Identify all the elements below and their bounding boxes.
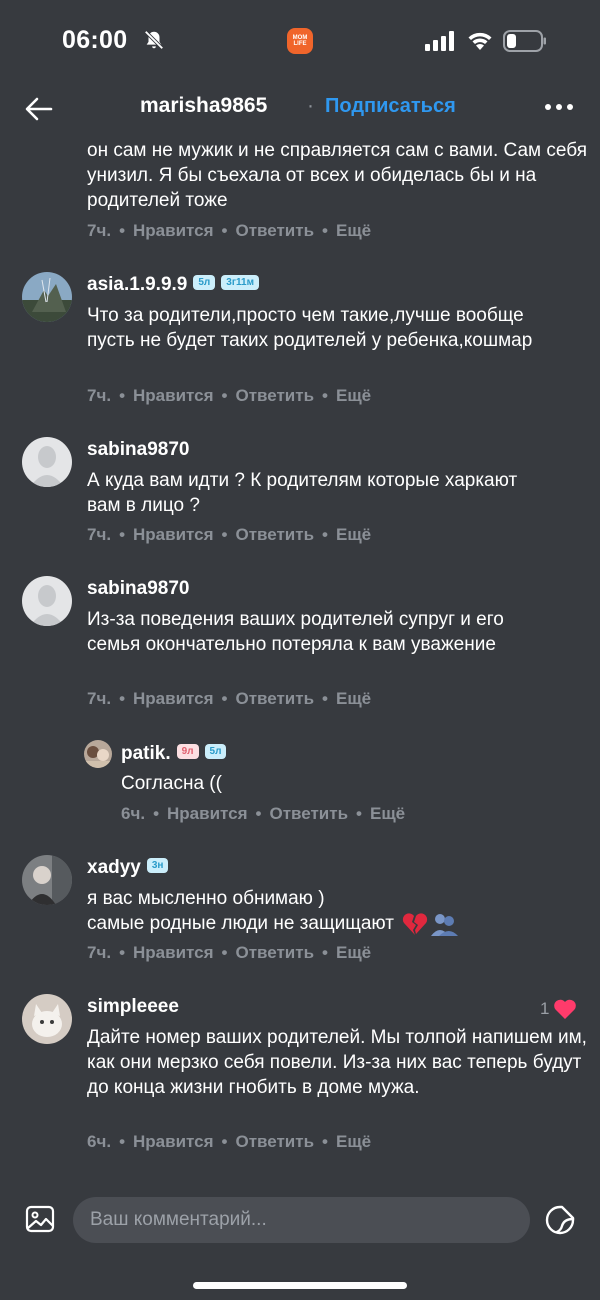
more-button[interactable]: Ещё (370, 804, 405, 823)
comment-meta: 7ч. • Нравится • Ответить • Ещё (87, 943, 372, 962)
like-button[interactable]: Нравится (133, 525, 214, 544)
heart-icon[interactable] (553, 998, 577, 1020)
reply-button[interactable]: Ответить (235, 943, 314, 962)
more-button[interactable]: Ещё (336, 525, 371, 544)
like-button[interactable]: Нравится (133, 1132, 214, 1151)
avatar-placeholder[interactable] (22, 437, 72, 487)
comment-text: Из-за поведения ваших родителей супруг и… (87, 609, 504, 655)
reply-button[interactable]: Ответить (235, 221, 314, 240)
comment-text: он сам не мужик и не справляется сам с в… (87, 140, 587, 211)
comment-username[interactable]: asia.1.9.9.9 5л 3г11м (87, 274, 259, 296)
reply-button[interactable]: Ответить (269, 804, 348, 823)
header-separator: · (307, 94, 314, 117)
broken-heart-emoji-icon (402, 912, 428, 935)
like-button[interactable]: Нравится (133, 221, 214, 240)
status-time: 06:00 (62, 26, 128, 54)
app-badge-label: MOM LIFE (292, 35, 308, 47)
more-button[interactable]: Ещё (336, 689, 371, 708)
reply-button[interactable]: Ответить (235, 689, 314, 708)
like-button[interactable]: Нравится (133, 943, 214, 962)
username-text[interactable]: asia.1.9.9.9 (87, 274, 187, 295)
like-button[interactable]: Нравится (133, 689, 214, 708)
comment-username[interactable]: simpleeee (87, 996, 179, 1018)
comment-text: Что за родители,просто чем такие,лучше в… (87, 305, 533, 351)
comment-time: 6ч. (121, 804, 146, 823)
comment-time: 6ч. (87, 1132, 112, 1151)
comment-text: я вас мысленно обнимаю ) самые родные лю… (87, 886, 567, 936)
comment-time: 7ч. (87, 943, 112, 962)
signal-icon (425, 31, 454, 51)
username-text[interactable]: sabina9870 (87, 439, 189, 460)
reply-button[interactable]: Ответить (235, 1132, 314, 1151)
header: marisha9865 · Подписаться (0, 80, 600, 136)
comment-composer (0, 1195, 600, 1250)
wifi-icon (468, 32, 492, 50)
avatar[interactable] (22, 855, 72, 905)
comment-username[interactable]: xadyy 3н (87, 857, 169, 879)
age-badge: 3н (146, 858, 169, 874)
comment-time: 7ч. (87, 525, 112, 544)
age-badge: 3г11м (221, 275, 259, 291)
comment-input[interactable] (73, 1197, 530, 1243)
comment-meta: 7ч. • Нравится • Ответить • Ещё (87, 221, 372, 240)
battery-icon (503, 30, 546, 52)
comment-text: А куда вам идти ? К родителям которые ха… (87, 470, 518, 516)
like-count: 1 (540, 999, 550, 1018)
comment-time: 7ч. (87, 386, 112, 405)
comment-meta: 7ч. • Нравится • Ответить • Ещё (87, 689, 372, 708)
more-options-icon[interactable] (544, 102, 574, 112)
comment-username[interactable]: sabina9870 (87, 439, 189, 461)
reply-button[interactable]: Ответить (235, 386, 314, 405)
bell-slash-icon (144, 30, 164, 50)
more-button[interactable]: Ещё (336, 221, 371, 240)
age-badge: 5л (204, 744, 227, 760)
back-arrow-icon[interactable] (24, 94, 54, 124)
username-text[interactable]: simpleeee (87, 996, 179, 1017)
username-text[interactable]: sabina9870 (87, 578, 189, 599)
sticker-icon[interactable] (544, 1204, 576, 1236)
hugging-people-emoji-icon (430, 913, 458, 936)
username-text[interactable]: patik. (121, 743, 171, 764)
comment-meta: 6ч. • Нравится • Ответить • Ещё (87, 1132, 372, 1151)
more-button[interactable]: Ещё (336, 1132, 371, 1151)
subscribe-button[interactable]: Подписаться (325, 95, 456, 118)
comment-username[interactable]: sabina9870 (87, 578, 189, 600)
like-counter[interactable]: 1 (540, 998, 577, 1020)
comment-username[interactable]: patik. 9л 5л (121, 743, 227, 765)
reply-button[interactable]: Ответить (235, 525, 314, 544)
status-bar: 06:00 MOM LIFE (0, 0, 600, 80)
username-text[interactable]: xadyy (87, 857, 141, 878)
avatar[interactable] (84, 740, 112, 768)
comment-meta: 7ч. • Нравится • Ответить • Ещё (87, 386, 372, 405)
avatar[interactable] (22, 272, 72, 322)
comment-time: 7ч. (87, 689, 112, 708)
like-button[interactable]: Нравится (167, 804, 248, 823)
comment-text-line: самые родные люди не защищают (87, 911, 567, 936)
home-indicator[interactable] (193, 1282, 407, 1289)
header-username[interactable]: marisha9865 (140, 94, 267, 118)
comment-text: Дайте номер ваших родителей. Мы толпой н… (87, 1027, 587, 1098)
more-button[interactable]: Ещё (336, 943, 371, 962)
avatar-placeholder[interactable] (22, 576, 72, 626)
comment-text: Согласна (( (121, 773, 222, 794)
more-button[interactable]: Ещё (336, 386, 371, 405)
mom-life-app-icon: MOM LIFE (287, 28, 313, 54)
comment-time: 7ч. (87, 221, 112, 240)
age-badge: 9л (176, 744, 199, 760)
comment-meta: 6ч. • Нравится • Ответить • Ещё (121, 804, 406, 823)
comment-meta: 7ч. • Нравится • Ответить • Ещё (87, 525, 372, 544)
avatar[interactable] (22, 994, 72, 1044)
gallery-icon[interactable] (25, 1204, 55, 1234)
like-button[interactable]: Нравится (133, 386, 214, 405)
age-badge: 5л (193, 275, 216, 291)
comment-text-line: я вас мысленно обнимаю ) (87, 888, 325, 909)
